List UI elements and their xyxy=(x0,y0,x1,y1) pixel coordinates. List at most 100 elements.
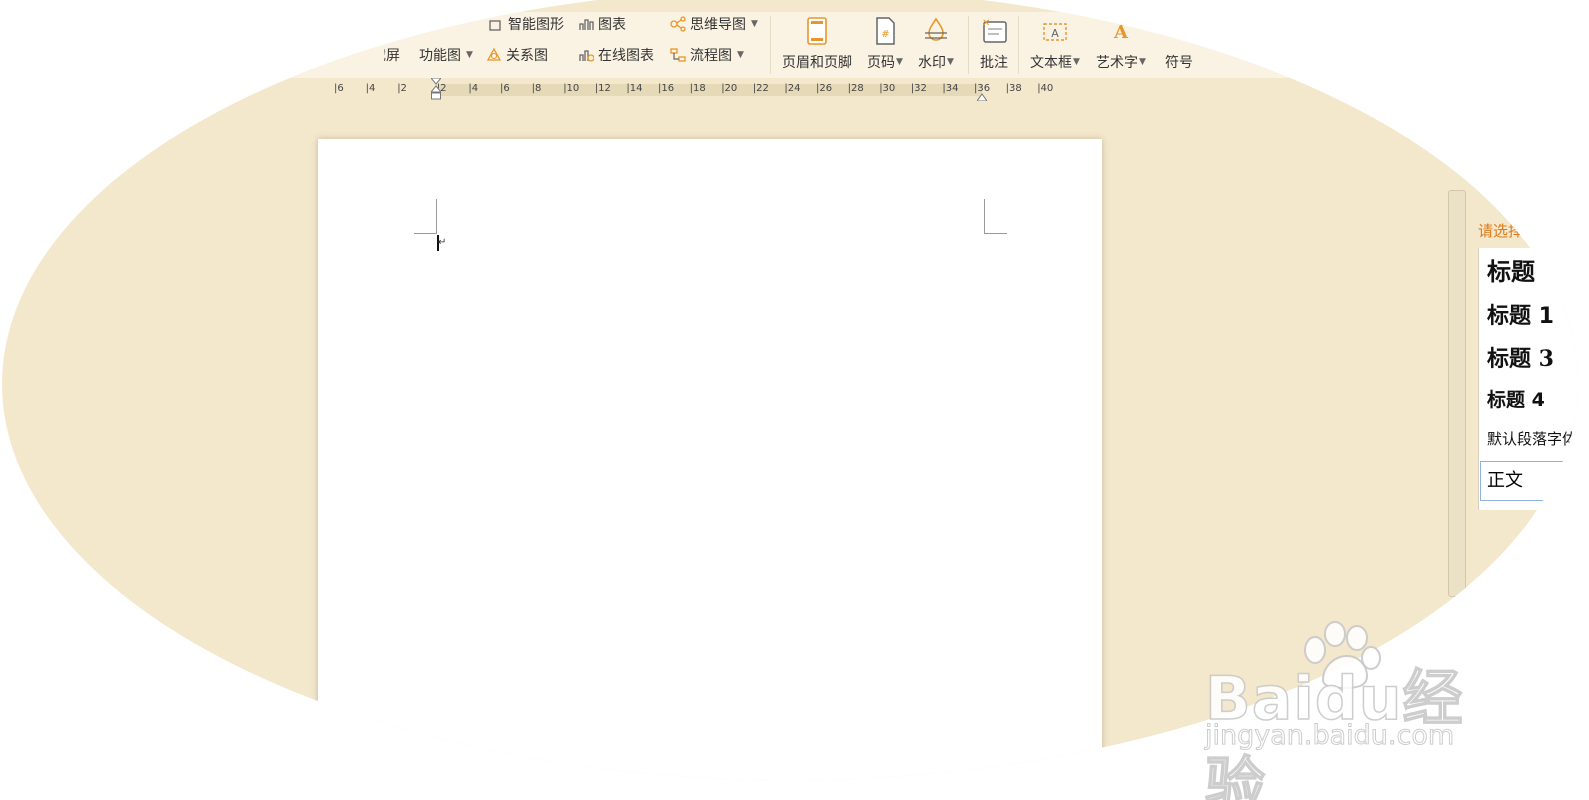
header-footer-icon xyxy=(802,16,832,46)
ruler-tick-label: |12 xyxy=(594,83,611,94)
symbol-button[interactable]: Ω 符号 xyxy=(1164,12,1194,72)
right-indent-handle[interactable] xyxy=(976,86,988,102)
document-page[interactable]: ↵ xyxy=(318,139,1102,780)
bar-chart-icon xyxy=(578,16,594,32)
style-item-heading[interactable]: 标题 xyxy=(1487,252,1535,287)
style-item-heading-4[interactable]: 标题 4 xyxy=(1487,385,1545,412)
screenshot-button[interactable]: 截屏 xyxy=(372,45,400,65)
relation-chart-button[interactable]: 关系图 xyxy=(486,45,548,65)
smart-shape-label: 智能图形 xyxy=(508,17,564,33)
ruler-tick-label: |20 xyxy=(721,83,738,94)
comment-icon: ✕ xyxy=(979,16,1009,46)
ruler-tick-label: |4 xyxy=(468,83,479,94)
indent-marker-handle[interactable] xyxy=(429,77,443,100)
pane-scrollbar[interactable] xyxy=(1448,190,1466,597)
word-art-icon: A xyxy=(1106,16,1136,46)
comment-button[interactable]: ✕ 批注 xyxy=(979,12,1009,72)
flowchart-icon xyxy=(670,47,686,63)
page-number-button[interactable]: # 页码 ▼ xyxy=(867,12,903,72)
ruler-tick-label: |40 xyxy=(1037,83,1054,94)
horizontal-ruler[interactable]: |6 |4 |2 |2 |4 |6 |8 |10 |12 |14 |16 |18 |20 |22 |24 |2… xyxy=(2,77,1578,102)
ruler-tick-label: |38 xyxy=(1005,83,1022,94)
svg-text:A: A xyxy=(1113,22,1129,43)
mind-map-label: 思维导图 xyxy=(690,17,746,33)
svg-text:A: A xyxy=(1051,27,1059,40)
watermark-button[interactable]: 水印 ▼ xyxy=(918,12,954,72)
ruler-tick-label: |28 xyxy=(847,83,864,94)
header-footer-button[interactable]: 页眉和页脚 xyxy=(782,12,852,72)
page-number-label: 页码 xyxy=(867,55,895,71)
screenshot-stage: 智能图形 图表 思维导图 ▼ 截屏 功能图 ▼ 关系图 在线图表 流程图 ▼ 页… xyxy=(0,0,1589,800)
pane-title: 请选择 xyxy=(1478,222,1524,240)
toolbar-divider xyxy=(1018,16,1019,74)
toolbar-divider xyxy=(770,16,771,74)
flowchart-label: 流程图 xyxy=(690,48,732,64)
flowchart-button[interactable]: 流程图 ▼ xyxy=(670,45,744,65)
chevron-down-icon: ▼ xyxy=(751,19,758,29)
chevron-down-icon: ▼ xyxy=(1139,57,1146,67)
smart-shape-icon xyxy=(488,16,504,32)
online-chart-button[interactable]: 在线图表 xyxy=(578,45,654,65)
word-art-button[interactable]: A 艺术字 ▼ xyxy=(1096,12,1146,72)
screenshot-label: 截屏 xyxy=(372,48,400,64)
ruler-text-area xyxy=(436,84,982,96)
header-footer-label: 页眉和页脚 xyxy=(782,55,852,71)
comment-label: 批注 xyxy=(980,55,1008,71)
style-item-normal[interactable]: 正文 xyxy=(1480,461,1568,501)
page-number-icon: # xyxy=(870,16,900,46)
online-chart-icon xyxy=(578,47,595,63)
chevron-down-icon: ▼ xyxy=(737,50,744,60)
style-item-heading-1[interactable]: 标题 1 xyxy=(1487,298,1554,330)
ruler-tick-label: |4 xyxy=(365,83,376,94)
chart-button[interactable]: 图表 xyxy=(578,14,626,34)
relation-chart-label: 关系图 xyxy=(506,48,548,64)
watermark-label: 水印 xyxy=(918,55,946,71)
text-box-icon: A xyxy=(1040,16,1070,46)
symbol-label: 符号 xyxy=(1165,55,1193,71)
style-item-heading-3[interactable]: 标题 3 xyxy=(1487,341,1554,373)
chevron-down-icon: ▼ xyxy=(1073,57,1080,67)
chevron-down-icon: ▼ xyxy=(947,57,954,67)
function-chart-label: 功能图 xyxy=(419,48,461,64)
ruler-tick-label: |16 xyxy=(658,83,675,94)
word-art-label: 艺术字 xyxy=(1096,55,1138,71)
watermark-icon xyxy=(921,16,951,46)
style-item-default-font[interactable]: 默认段落字体 xyxy=(1487,428,1577,449)
chart-label: 图表 xyxy=(598,17,626,33)
toolbar-divider xyxy=(968,16,969,74)
mind-map-icon xyxy=(670,16,686,32)
ruler-tick-label: |14 xyxy=(626,83,643,94)
ruler-tick-label: |32 xyxy=(910,83,927,94)
ruler-tick-label: |6 xyxy=(334,83,344,94)
mind-map-button[interactable]: 思维导图 ▼ xyxy=(670,14,758,34)
chevron-down-icon: ▼ xyxy=(466,50,473,60)
ruler-tick-label: |8 xyxy=(531,83,542,94)
ruler-tick-label: |22 xyxy=(752,83,769,94)
smart-shape-button[interactable]: 智能图形 xyxy=(488,14,564,34)
ruler-tick-label: |24 xyxy=(784,83,801,94)
svg-text:Ω: Ω xyxy=(1172,22,1186,43)
text-box-button[interactable]: A 文本框 ▼ xyxy=(1030,12,1080,72)
svg-text:#: # xyxy=(881,29,889,40)
style-pane: 请选择 标题 标题 1 标题 3 标题 4 默认段落字体 正文 xyxy=(1448,190,1578,610)
chevron-down-icon: ▼ xyxy=(896,57,903,67)
online-chart-label: 在线图表 xyxy=(598,48,654,64)
baidu-watermark: Baidu经验 jingyan.baidu.com xyxy=(1204,620,1505,800)
ruler-tick-label: |34 xyxy=(942,83,959,94)
symbol-icon: Ω xyxy=(1164,16,1194,46)
ruler-tick-label: |18 xyxy=(689,83,706,94)
relation-chart-icon xyxy=(486,47,502,63)
function-chart-button[interactable]: 功能图 ▼ xyxy=(419,45,473,65)
margin-corner-top-right xyxy=(984,199,1007,234)
ruler-tick-label: |10 xyxy=(563,83,580,94)
paragraph-mark-icon: ↵ xyxy=(438,237,447,248)
ruler-tick-label: |6 xyxy=(500,83,510,94)
margin-corner-top-left xyxy=(414,199,437,234)
ribbon-toolbar: 智能图形 图表 思维导图 ▼ 截屏 功能图 ▼ 关系图 在线图表 流程图 ▼ 页… xyxy=(2,12,1578,78)
ruler-tick-label: |26 xyxy=(816,83,833,94)
ruler-tick-label: |30 xyxy=(879,83,896,94)
text-box-label: 文本框 xyxy=(1030,55,1072,71)
ruler-tick-label: |2 xyxy=(397,83,407,94)
watermark-url: jingyan.baidu.com xyxy=(1204,720,1455,752)
svg-text:✕: ✕ xyxy=(982,18,990,29)
